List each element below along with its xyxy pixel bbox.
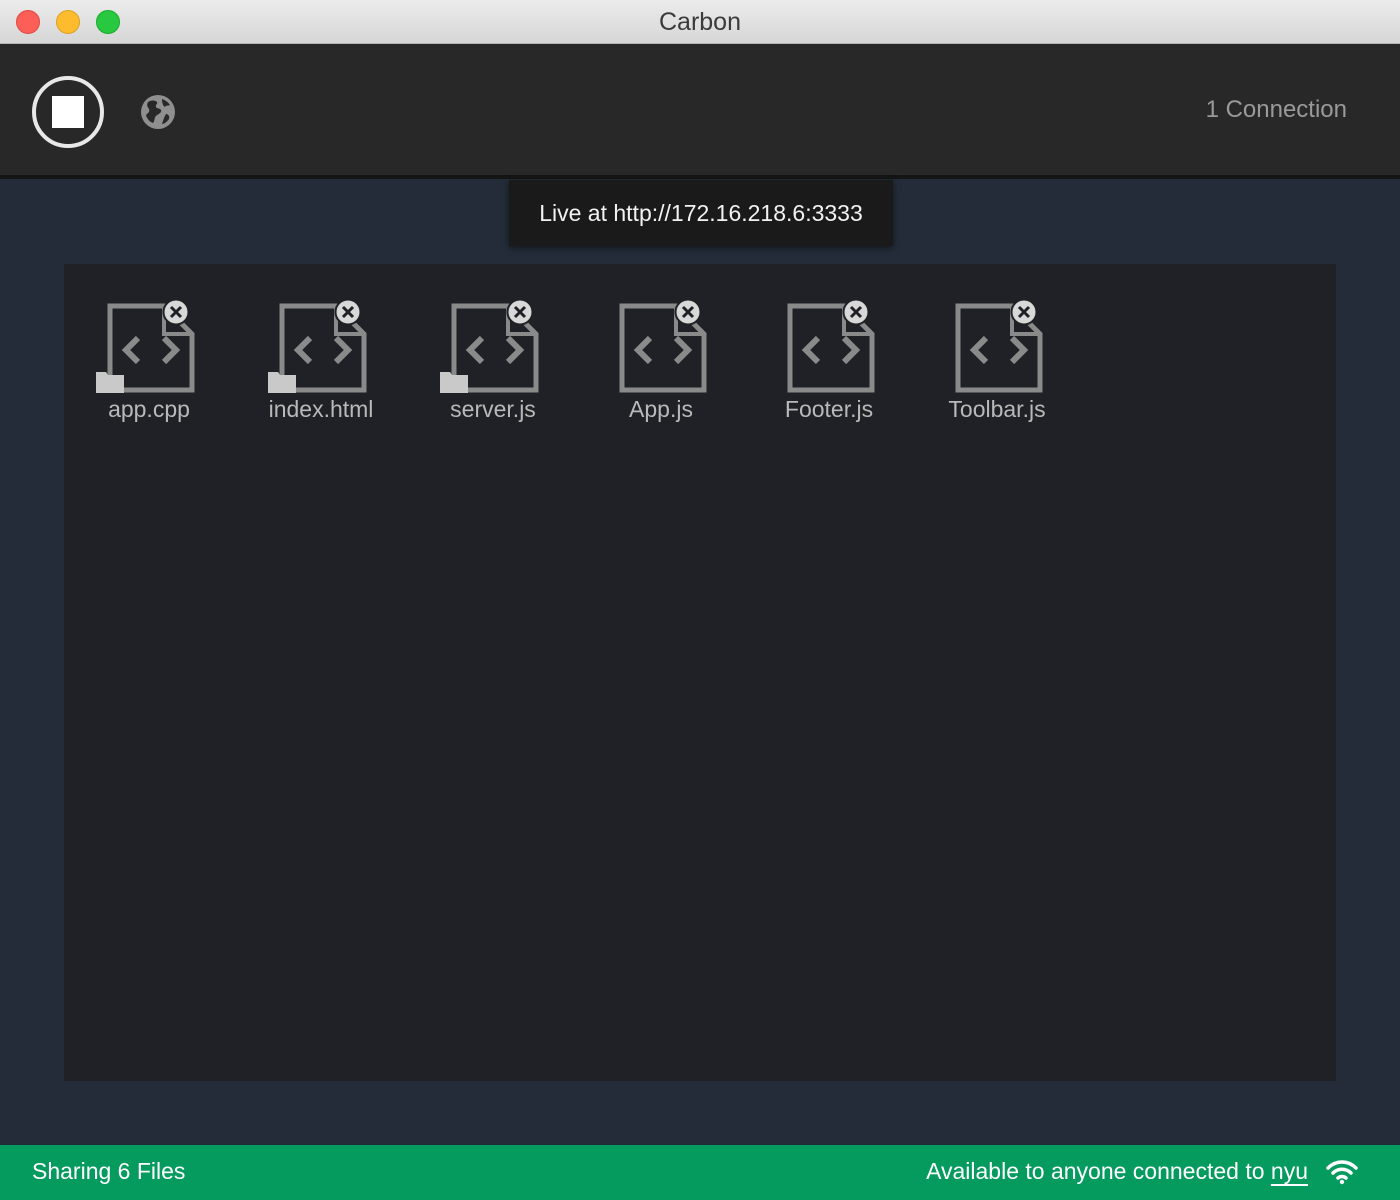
file-name: app.cpp: [108, 396, 190, 422]
toolbar: 1 Connection: [0, 44, 1400, 179]
globe-icon[interactable]: [140, 94, 176, 130]
title-bar: Carbon: [0, 0, 1400, 44]
remove-file-icon[interactable]: [842, 298, 870, 326]
file-item[interactable]: App.js: [576, 298, 746, 438]
file-item[interactable]: app.cpp: [64, 298, 234, 438]
remove-file-icon[interactable]: [162, 298, 190, 326]
availability-text: Available to anyone connected to nyu: [926, 1158, 1308, 1185]
remove-file-icon[interactable]: [674, 298, 702, 326]
stop-icon: [52, 96, 84, 128]
file-item[interactable]: Toolbar.js: [912, 298, 1082, 438]
live-url-tooltip: Live at http://172.16.218.6:3333: [509, 180, 893, 246]
sharing-count: Sharing 6 Files: [32, 1158, 186, 1184]
window-title: Carbon: [659, 8, 741, 36]
file-name: Footer.js: [784, 396, 874, 422]
availability-prefix: Available to anyone connected to: [926, 1158, 1271, 1184]
stop-sharing-button[interactable]: [32, 76, 104, 148]
folder-icon: [96, 372, 124, 393]
file-item[interactable]: index.html: [236, 298, 406, 438]
file-name: Toolbar.js: [948, 396, 1046, 422]
file-name: App.js: [629, 396, 693, 422]
remove-file-icon[interactable]: [506, 298, 534, 326]
wifi-icon: [1326, 1160, 1358, 1185]
file-name: index.html: [268, 396, 374, 422]
file-drop-zone[interactable]: app.cpp index.html server.js App.js Foot…: [64, 264, 1336, 1081]
folder-icon: [268, 372, 296, 393]
folder-icon: [440, 372, 468, 393]
file-item[interactable]: Footer.js: [744, 298, 914, 438]
file-item[interactable]: server.js: [408, 298, 578, 438]
remove-file-icon[interactable]: [334, 298, 362, 326]
status-bar: Sharing 6 Files Available to anyone conn…: [0, 1145, 1400, 1200]
remove-file-icon[interactable]: [1010, 298, 1038, 326]
network-name-link[interactable]: nyu: [1271, 1158, 1308, 1184]
connection-count: 1 Connection: [1205, 96, 1347, 123]
file-name: server.js: [450, 396, 536, 422]
